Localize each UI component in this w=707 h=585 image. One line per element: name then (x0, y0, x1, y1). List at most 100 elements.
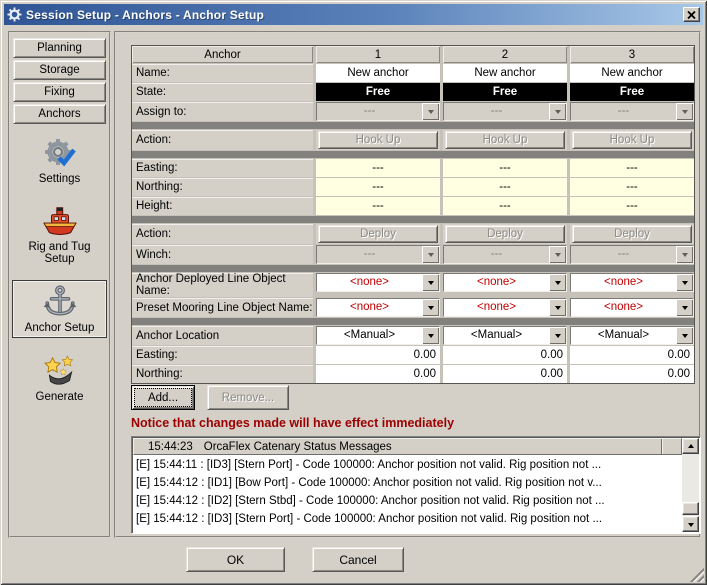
sidebar-item-rig-and-tug-setup[interactable]: Rig and Tug Setup (12, 200, 107, 268)
column-header-3: 3 (570, 46, 694, 63)
action-cell-3: Deploy (570, 224, 694, 244)
sidebar-tab-planning[interactable]: Planning (13, 38, 106, 58)
scroll-up-button[interactable] (682, 438, 699, 454)
row-separator (132, 151, 694, 158)
chevron-down-icon (555, 281, 561, 288)
log-header-title: OrcaFlex Catenary Status Messages (204, 441, 661, 453)
tugboat-icon (13, 204, 106, 238)
sidebar-item-label: Rig and Tug Setup (13, 241, 106, 265)
winch-dropdown-3: --- (570, 245, 694, 264)
height-field-1: --- (316, 197, 440, 215)
anchor-deployed-line-object-name-dropdown-1[interactable]: <none> (316, 273, 440, 292)
chevron-down-icon (428, 334, 434, 341)
dropdown-arrow-button (676, 246, 693, 263)
stars-icon (13, 354, 106, 388)
dropdown-value: <none> (317, 274, 422, 291)
northing-row-label: Northing: (132, 178, 313, 196)
notice-text: Notice that changes made will have effec… (131, 416, 454, 430)
dropdown-value: --- (571, 103, 676, 120)
anchor-location-dropdown-3[interactable]: <Manual> (570, 326, 694, 345)
northing-field-3[interactable]: 0.00 (570, 365, 694, 383)
log-message[interactable]: [E] 15:44:12 : [ID1] [Bow Port] - Code 1… (134, 474, 681, 492)
action-cell-1: Deploy (316, 224, 440, 244)
dropdown-arrow-button (676, 103, 693, 120)
log-message[interactable]: [E] 15:44:12 : [ID3] [Stern Port] - Code… (134, 510, 681, 528)
sidebar-item-settings[interactable]: Settings (12, 132, 107, 188)
column-header-2: 2 (443, 46, 567, 63)
sidebar-item-anchor-setup[interactable]: Anchor Setup (12, 280, 107, 338)
dropdown-value: <none> (444, 274, 549, 291)
northing-field-3: --- (570, 178, 694, 196)
anchor-deployed-line-object-name-dropdown-3[interactable]: <none> (570, 273, 694, 292)
sidebar-item-generate[interactable]: Generate (12, 350, 107, 406)
dropdown-arrow-button[interactable] (549, 299, 566, 316)
dropdown-arrow-button (422, 246, 439, 263)
dropdown-value: <Manual> (444, 327, 549, 344)
status-message-list: 15:44:23 OrcaFlex Catenary Status Messag… (131, 436, 701, 534)
anchor-deployed-line-object-name-dropdown-2[interactable]: <none> (443, 273, 567, 292)
log-scrollbar[interactable] (682, 438, 699, 532)
scroll-down-button[interactable] (682, 516, 699, 532)
sidebar-tab-fixing[interactable]: Fixing (13, 82, 106, 102)
dropdown-value: <none> (444, 299, 549, 316)
easting-field-2[interactable]: 0.00 (443, 346, 567, 364)
name-field-1[interactable]: New anchor (316, 64, 440, 82)
dropdown-value: --- (444, 246, 549, 263)
scroll-thumb[interactable] (682, 502, 699, 515)
dropdown-arrow-button[interactable] (676, 274, 693, 291)
add-button[interactable]: Add... (131, 385, 195, 410)
dropdown-arrow-button[interactable] (422, 327, 439, 344)
cancel-button[interactable]: Cancel (312, 547, 404, 572)
deploy-button-1: Deploy (318, 225, 438, 243)
northing-row-label: Northing: (132, 365, 313, 383)
easting-field-3[interactable]: 0.00 (570, 346, 694, 364)
anchor-location-dropdown-1[interactable]: <Manual> (316, 326, 440, 345)
log-rows: [E] 15:44:11 : [ID3] [Stern Port] - Code… (134, 456, 681, 531)
easting-field-1[interactable]: 0.00 (316, 346, 440, 364)
resize-grip[interactable] (689, 567, 704, 582)
sidebar-tab-storage[interactable]: Storage (13, 60, 106, 80)
anchor-deployed-line-object-name-row-label: Anchor Deployed Line Object Name: (132, 273, 313, 297)
northing-field-1[interactable]: 0.00 (316, 365, 440, 383)
chevron-down-icon (428, 253, 434, 260)
dropdown-arrow-button[interactable] (422, 299, 439, 316)
dropdown-value: --- (317, 246, 422, 263)
remove-button: Remove... (207, 385, 289, 410)
log-column-header[interactable]: 15:44:23 OrcaFlex Catenary Status Messag… (133, 438, 682, 455)
state-row-label: State: (132, 83, 313, 101)
dropdown-arrow-button[interactable] (676, 327, 693, 344)
easting-row-label: Easting: (132, 159, 313, 177)
action-cell-2: Deploy (443, 224, 567, 244)
height-field-3: --- (570, 197, 694, 215)
log-message[interactable]: [E] 15:44:11 : [ID3] [Stern Port] - Code… (134, 456, 681, 474)
height-row-label: Height: (132, 197, 313, 215)
log-message[interactable]: [E] 15:44:12 : [ID2] [Stern Stbd] - Code… (134, 492, 681, 510)
anchor-location-row-label: Anchor Location (132, 326, 313, 345)
dropdown-value: <none> (571, 299, 676, 316)
name-field-2[interactable]: New anchor (443, 64, 567, 82)
northing-field-2[interactable]: 0.00 (443, 365, 567, 383)
chevron-down-icon (682, 253, 688, 260)
action-cell-3: Hook Up (570, 130, 694, 150)
dropdown-value: <Manual> (317, 327, 422, 344)
anchor-icon (14, 285, 105, 319)
name-row-label: Name: (132, 64, 313, 82)
name-field-3[interactable]: New anchor (570, 64, 694, 82)
action-row-label: Action: (132, 224, 313, 244)
dropdown-arrow-button[interactable] (549, 327, 566, 344)
deploy-button-3: Deploy (572, 225, 692, 243)
dropdown-arrow-button[interactable] (676, 299, 693, 316)
easting-row-label: Easting: (132, 346, 313, 364)
ok-button[interactable]: OK (186, 547, 285, 572)
preset-mooring-line-object-name-dropdown-2[interactable]: <none> (443, 298, 567, 317)
sidebar-items: Settings Rig and Tug Setup Anchor Setup … (10, 132, 109, 406)
sidebar-tab-anchors[interactable]: Anchors (13, 104, 106, 124)
anchor-location-dropdown-2[interactable]: <Manual> (443, 326, 567, 345)
dropdown-arrow-button[interactable] (422, 274, 439, 291)
dropdown-arrow-button[interactable] (549, 274, 566, 291)
preset-mooring-line-object-name-dropdown-1[interactable]: <none> (316, 298, 440, 317)
preset-mooring-line-object-name-dropdown-3[interactable]: <none> (570, 298, 694, 317)
state-value-2: Free (443, 83, 567, 101)
chevron-down-icon (682, 334, 688, 341)
close-button[interactable] (683, 7, 700, 22)
